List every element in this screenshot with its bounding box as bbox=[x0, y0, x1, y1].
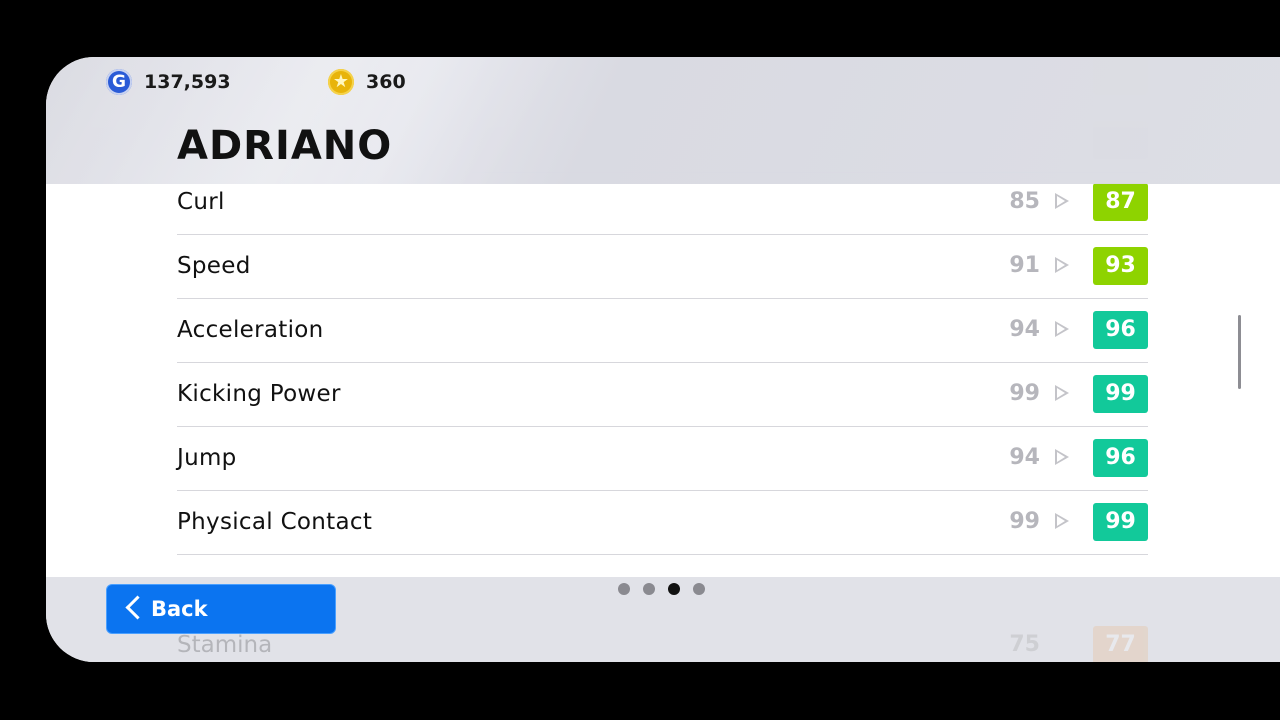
stat-row[interactable]: Kicking Power 99 99 bbox=[177, 362, 1148, 427]
chevron-left-icon bbox=[125, 595, 150, 620]
stat-label: Speed bbox=[177, 253, 251, 279]
page-dot[interactable] bbox=[693, 583, 705, 595]
stat-label: Kicking Power bbox=[177, 381, 341, 407]
stat-boosted-badge: 93 bbox=[1093, 247, 1148, 285]
page-dot[interactable] bbox=[668, 583, 680, 595]
gp-coin-icon: G bbox=[106, 69, 132, 95]
stat-row[interactable]: Acceleration 94 96 bbox=[177, 298, 1148, 363]
page-dot[interactable] bbox=[643, 583, 655, 595]
back-button[interactable]: Back bbox=[106, 584, 336, 634]
stat-base-value: 94 bbox=[1009, 445, 1040, 470]
coin-amount: 360 bbox=[366, 71, 406, 93]
back-label: Back bbox=[151, 597, 208, 621]
stat-boosted-badge: 77 bbox=[1093, 626, 1148, 662]
scrollbar[interactable] bbox=[1238, 315, 1241, 389]
stat-boosted-badge: 99 bbox=[1093, 503, 1148, 541]
arrow-right-icon bbox=[1055, 385, 1069, 401]
stat-base-value: 91 bbox=[1009, 253, 1040, 278]
stat-boosted-badge: 96 bbox=[1093, 439, 1148, 477]
stat-row[interactable]: Speed 91 93 bbox=[177, 234, 1148, 299]
stat-row[interactable]: Physical Contact 99 99 bbox=[177, 490, 1148, 555]
arrow-right-icon bbox=[1055, 193, 1069, 209]
game-screen: Curl 85 87 Speed 91 93 Acceleration 94 96 Kicking… bbox=[46, 57, 1280, 662]
page-indicator bbox=[618, 583, 705, 595]
coin-balance: ★ 360 bbox=[328, 68, 406, 96]
arrow-right-icon bbox=[1055, 449, 1069, 465]
stat-row[interactable]: Jump 94 96 bbox=[177, 426, 1148, 491]
arrow-right-icon bbox=[1055, 321, 1069, 337]
star-coin-icon: ★ bbox=[328, 69, 354, 95]
stat-boosted-badge: 96 bbox=[1093, 311, 1148, 349]
gp-amount: 137,593 bbox=[144, 71, 231, 93]
stat-base-value: 94 bbox=[1009, 317, 1040, 342]
stat-base-value: 75 bbox=[1009, 632, 1040, 657]
arrow-right-icon bbox=[1055, 513, 1069, 529]
stat-label: Jump bbox=[177, 445, 237, 471]
stat-base-value: 99 bbox=[1009, 509, 1040, 534]
stat-base-value: 99 bbox=[1009, 381, 1040, 406]
stat-boosted-badge: 99 bbox=[1093, 375, 1148, 413]
stat-boosted-badge: 87 bbox=[1093, 183, 1148, 221]
player-name: ADRIANO bbox=[177, 123, 393, 169]
page-dot[interactable] bbox=[618, 583, 630, 595]
stat-label: Stamina bbox=[177, 632, 273, 658]
stat-label: Acceleration bbox=[177, 317, 324, 343]
gp-balance: G 137,593 bbox=[106, 68, 231, 96]
arrow-right-icon bbox=[1055, 257, 1069, 273]
stat-label: Physical Contact bbox=[177, 509, 373, 535]
